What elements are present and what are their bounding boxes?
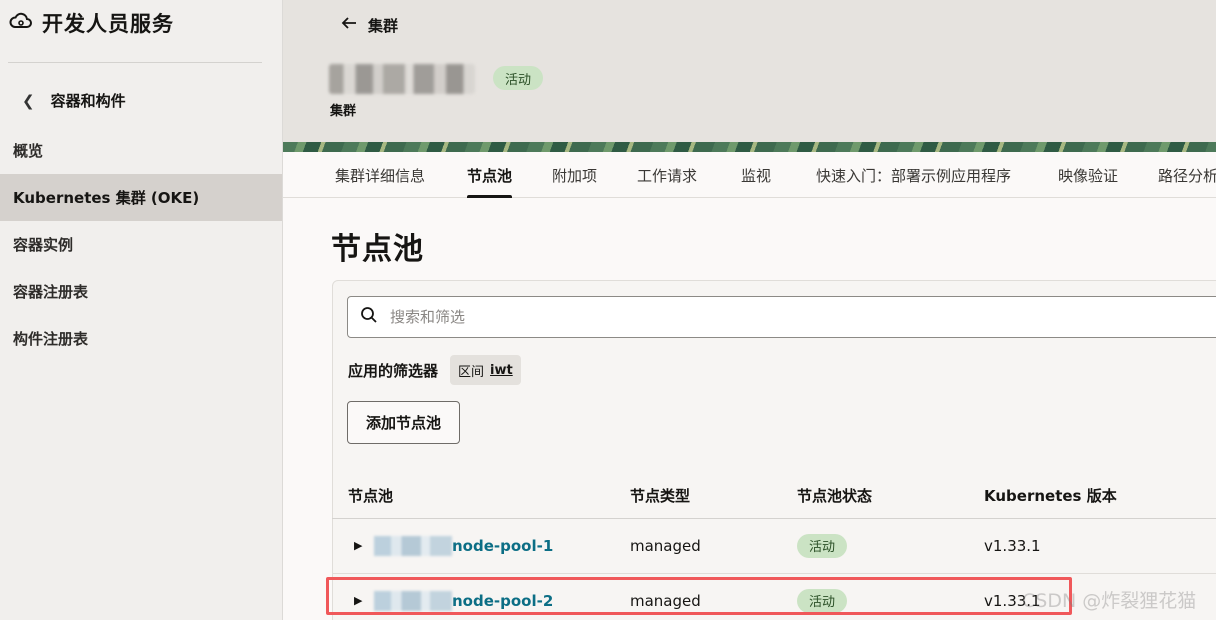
column-header-node-pool: 节点池 xyxy=(348,487,394,505)
applied-filters: 应用的筛选器 区间 iwt xyxy=(348,355,521,385)
sidebar: 开发人员服务 ❮ 容器和构件 概览 Kubernetes 集群 (OKE) 容器… xyxy=(0,0,283,620)
tab-work-requests[interactable]: 工作请求 xyxy=(637,152,697,198)
status-badge: 活动 xyxy=(797,533,848,558)
search-box[interactable] xyxy=(347,296,1216,338)
back-link-label: 集群 xyxy=(368,16,399,35)
tab-bar: 集群详细信息 节点池 附加项 工作请求 监视 快速入门：部署示例应用程序 映像验… xyxy=(283,152,1216,198)
redacted-prefix xyxy=(374,535,452,556)
filter-chip-key: 区间 xyxy=(458,364,485,380)
table-row: ▶ node-pool-1 managed 活动 v1.33.1 xyxy=(332,518,1216,573)
status-cell: 活动 xyxy=(797,518,848,573)
compartment-filter-chip[interactable]: 区间 iwt xyxy=(450,355,521,385)
tab-quick-start[interactable]: 快速入门：部署示例应用程序 xyxy=(816,152,1011,198)
page-header: 集群 活动 集群 xyxy=(283,0,1216,145)
back-to-clusters-link[interactable]: 集群 xyxy=(340,14,398,36)
column-header-kubernetes-version: Kubernetes 版本 xyxy=(984,487,1117,505)
node-type-cell: managed xyxy=(630,536,701,555)
sidebar-back-label: 容器和构件 xyxy=(50,92,126,110)
column-header-node-type: 节点类型 xyxy=(630,487,691,505)
sidebar-item-artifact-registry[interactable]: 构件注册表 xyxy=(0,315,282,362)
tab-monitoring[interactable]: 监视 xyxy=(741,152,771,198)
sidebar-item-container-instances[interactable]: 容器实例 xyxy=(0,221,282,268)
cluster-status-badge: 活动 xyxy=(493,66,544,90)
search-icon xyxy=(360,306,378,328)
filter-chip-value[interactable]: iwt xyxy=(490,363,513,378)
applied-filters-label: 应用的筛选器 xyxy=(348,361,439,380)
add-node-pool-button[interactable]: 添加节点池 xyxy=(347,401,460,444)
chevron-left-icon: ❮ xyxy=(22,91,35,110)
tab-cluster-details[interactable]: 集群详细信息 xyxy=(335,152,425,198)
page-title: 节点池 xyxy=(331,232,424,267)
tab-image-verification[interactable]: 映像验证 xyxy=(1058,152,1118,198)
sidebar-back-link[interactable]: ❮ 容器和构件 xyxy=(22,90,126,111)
highlight-annotation-box xyxy=(326,577,1072,615)
watermark: CSDN @炸裂狸花猫 xyxy=(1022,590,1197,612)
search-input[interactable] xyxy=(390,308,1090,326)
tab-node-pools[interactable]: 节点池 xyxy=(467,152,513,198)
tab-path-analysis[interactable]: 路径分析 xyxy=(1158,152,1216,198)
arrow-left-icon xyxy=(340,14,358,36)
sidebar-item-oke-clusters[interactable]: Kubernetes 集群 (OKE) xyxy=(0,174,282,221)
column-header-node-pool-status: 节点池状态 xyxy=(797,487,873,505)
sidebar-title: 开发人员服务 xyxy=(42,12,174,36)
page-subtitle: 集群 xyxy=(330,104,357,119)
sidebar-item-container-registry[interactable]: 容器注册表 xyxy=(0,268,282,315)
node-pool-link[interactable]: node-pool-1 xyxy=(452,537,553,555)
version-cell: v1.33.1 xyxy=(984,536,1041,555)
cluster-name-redacted xyxy=(329,64,475,94)
node-pool-name-cell: node-pool-1 xyxy=(374,518,553,573)
expand-row-icon[interactable]: ▶ xyxy=(354,518,362,573)
sidebar-divider xyxy=(8,62,262,63)
tab-add-ons[interactable]: 附加项 xyxy=(552,152,597,198)
sidebar-header: 开发人员服务 xyxy=(8,8,174,38)
cloud-gear-icon xyxy=(8,8,34,38)
decorative-banner xyxy=(283,142,1216,152)
sidebar-item-overview[interactable]: 概览 xyxy=(0,127,282,174)
